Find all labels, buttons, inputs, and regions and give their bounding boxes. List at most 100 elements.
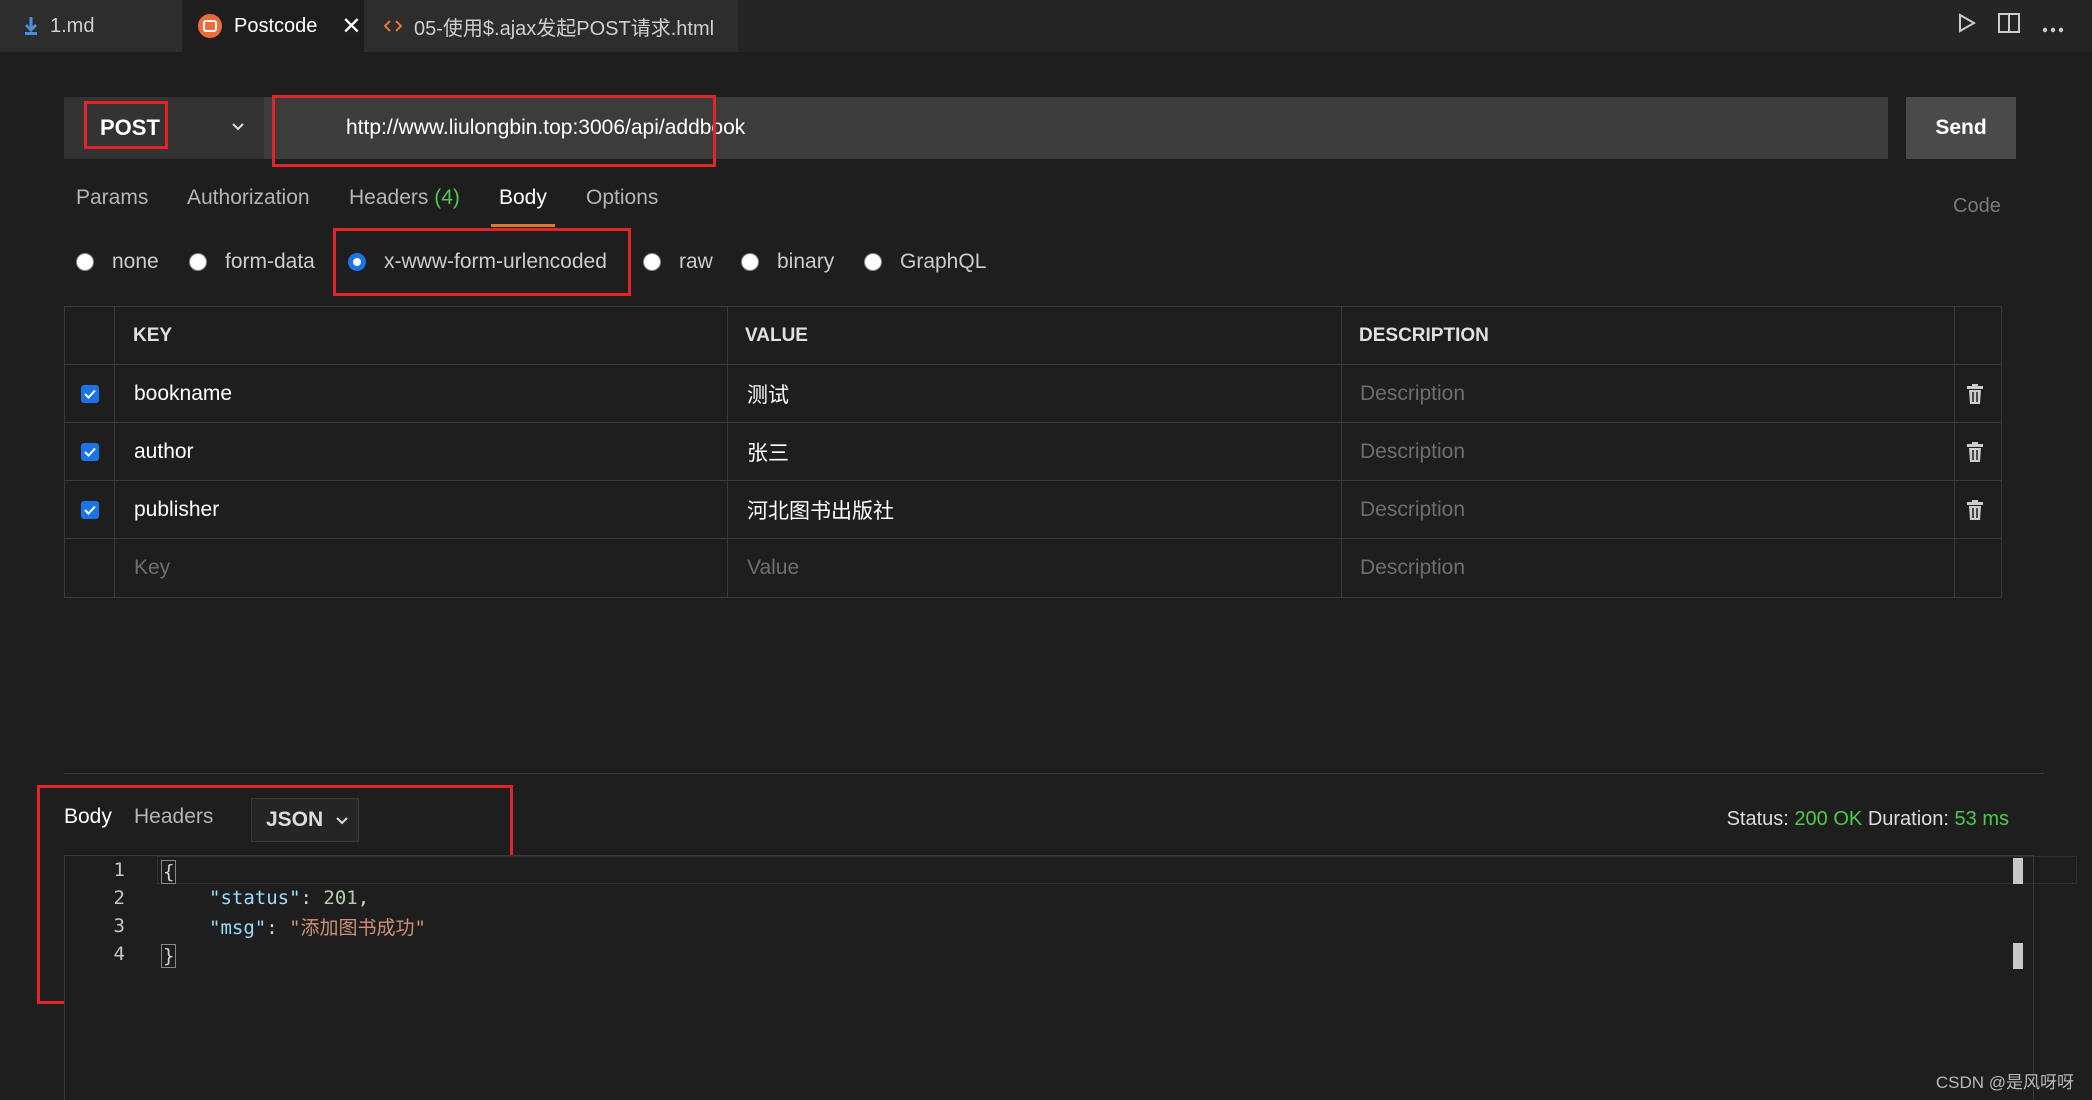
split-editor-icon[interactable]: [1998, 13, 2020, 39]
json-colon: :: [300, 887, 324, 909]
radio-raw[interactable]: raw: [643, 250, 713, 274]
scrollbar-marker[interactable]: [2013, 943, 2023, 969]
radio-label: binary: [777, 250, 835, 273]
table-row: publisher 河北图书出版社 Description: [65, 481, 2001, 539]
param-key[interactable]: bookname: [134, 365, 232, 423]
json-entry: "status": 201,: [209, 887, 369, 909]
method-select[interactable]: POST: [64, 97, 264, 159]
watermark: CSDN @是风呀呀: [1935, 1073, 2074, 1092]
response-tab-body[interactable]: Body: [64, 805, 112, 829]
radio-graphql[interactable]: GraphQL: [864, 250, 986, 274]
param-value[interactable]: 河北图书出版社: [747, 481, 894, 539]
line-number: 2: [113, 887, 125, 909]
tab-label: 1.md: [50, 14, 95, 37]
radio-label: raw: [679, 250, 713, 273]
radio-none[interactable]: none: [76, 250, 159, 274]
trash-icon[interactable]: [1967, 423, 1983, 481]
param-value[interactable]: 张三: [747, 423, 789, 481]
response-tab-headers[interactable]: Headers: [134, 805, 213, 829]
code-line: 4 }: [65, 940, 177, 968]
tab-label: Postcode: [234, 14, 318, 37]
editor-tab-postcode[interactable]: Postcode ✕: [182, 0, 364, 52]
current-line-highlight: [157, 856, 2077, 884]
new-key-input[interactable]: Key: [134, 539, 170, 597]
close-icon[interactable]: ✕: [341, 12, 361, 41]
radio-dot: [189, 253, 207, 271]
radio-dot: [741, 253, 759, 271]
code-line: 3 "msg": "添加图书成功": [65, 912, 426, 940]
radio-dot: [643, 253, 661, 271]
editor-right-border: [2033, 856, 2034, 1100]
trash-icon[interactable]: [1967, 365, 1983, 423]
column-header-description: DESCRIPTION: [1359, 325, 1489, 346]
json-key: "msg": [209, 916, 267, 939]
tab-params[interactable]: Params: [76, 186, 148, 210]
param-description[interactable]: Description: [1360, 423, 1465, 481]
row-checkbox[interactable]: [81, 365, 99, 423]
row-checkbox[interactable]: [81, 481, 99, 539]
request-bar: POST: [64, 97, 1888, 159]
status-value: 200 OK: [1794, 808, 1863, 830]
chevron-down-icon: [230, 119, 246, 140]
duration-label: Duration:: [1867, 808, 1949, 830]
table-header-row: KEY VALUE DESCRIPTION: [65, 307, 2001, 365]
table-row-new: Key Value Description: [65, 539, 2001, 597]
postcode-logo-icon: [198, 14, 222, 38]
format-value: JSON: [266, 808, 324, 831]
send-button[interactable]: Send: [1906, 97, 2016, 159]
column-header-value: VALUE: [745, 325, 808, 346]
response-editor[interactable]: 1 { 2 "status": 201, 3 "msg": "添加图书成功" 4…: [64, 855, 2077, 1100]
param-description[interactable]: Description: [1360, 365, 1465, 423]
radio-dot-selected: [348, 253, 366, 271]
scrollbar-marker[interactable]: [2013, 858, 2023, 884]
radio-x-www-form-urlencoded[interactable]: x-www-form-urlencoded: [348, 250, 607, 274]
download-arrow-icon: [24, 17, 38, 35]
code-line: 1 {: [65, 856, 177, 884]
radio-label: GraphQL: [900, 250, 987, 273]
json-brace: {: [161, 860, 177, 884]
tab-headers[interactable]: Headers (4): [349, 186, 460, 210]
editor-tab-bar: 1.md Postcode ✕ 05-使用$.ajax发起POST请求.html: [0, 0, 2092, 52]
code-link[interactable]: Code: [1953, 195, 2001, 218]
new-value-input[interactable]: Value: [747, 539, 799, 597]
json-brace: }: [161, 944, 177, 968]
response-format-select[interactable]: JSON: [251, 798, 359, 842]
json-entry: "msg": "添加图书成功": [209, 913, 426, 940]
code-brackets-icon: [384, 19, 402, 33]
checkmark-icon: [81, 385, 99, 403]
checkmark-icon: [81, 443, 99, 461]
json-key: "status": [209, 887, 301, 909]
param-description[interactable]: Description: [1360, 481, 1465, 539]
radio-binary[interactable]: binary: [741, 250, 834, 274]
table-row: bookname 测试 Description: [65, 365, 2001, 423]
tab-authorization[interactable]: Authorization: [187, 186, 310, 210]
line-number: 3: [113, 915, 125, 937]
response-divider: [64, 773, 2044, 774]
radio-dot: [864, 253, 882, 271]
radio-form-data[interactable]: form-data: [189, 250, 315, 274]
json-string-value: "添加图书成功": [289, 916, 426, 939]
tab-body[interactable]: Body: [499, 186, 547, 210]
param-value[interactable]: 测试: [747, 365, 789, 423]
line-number: 1: [113, 859, 125, 881]
table-row: author 张三 Description: [65, 423, 2001, 481]
more-actions-icon[interactable]: [2042, 13, 2064, 39]
method-value: POST: [100, 115, 160, 140]
new-description-input[interactable]: Description: [1360, 539, 1465, 597]
editor-tab-1md[interactable]: 1.md: [0, 0, 182, 52]
trash-icon[interactable]: [1967, 481, 1983, 539]
tab-headers-label: Headers: [349, 186, 429, 209]
json-number-value: 201: [323, 887, 358, 909]
tab-options[interactable]: Options: [586, 186, 658, 210]
radio-label: x-www-form-urlencoded: [384, 250, 607, 273]
response-status: Status: 200 OK Duration: 53 ms: [1727, 808, 2009, 831]
run-icon[interactable]: [1958, 13, 1977, 39]
param-key[interactable]: author: [134, 423, 194, 481]
tab-label: 05-使用$.ajax发起POST请求.html: [414, 17, 715, 40]
editor-tab-html[interactable]: 05-使用$.ajax发起POST请求.html: [364, 0, 738, 52]
row-checkbox[interactable]: [81, 423, 99, 481]
param-key[interactable]: publisher: [134, 481, 219, 539]
url-input[interactable]: [266, 97, 1886, 159]
duration-value: 53 ms: [1954, 808, 2009, 830]
radio-label: none: [112, 250, 159, 273]
